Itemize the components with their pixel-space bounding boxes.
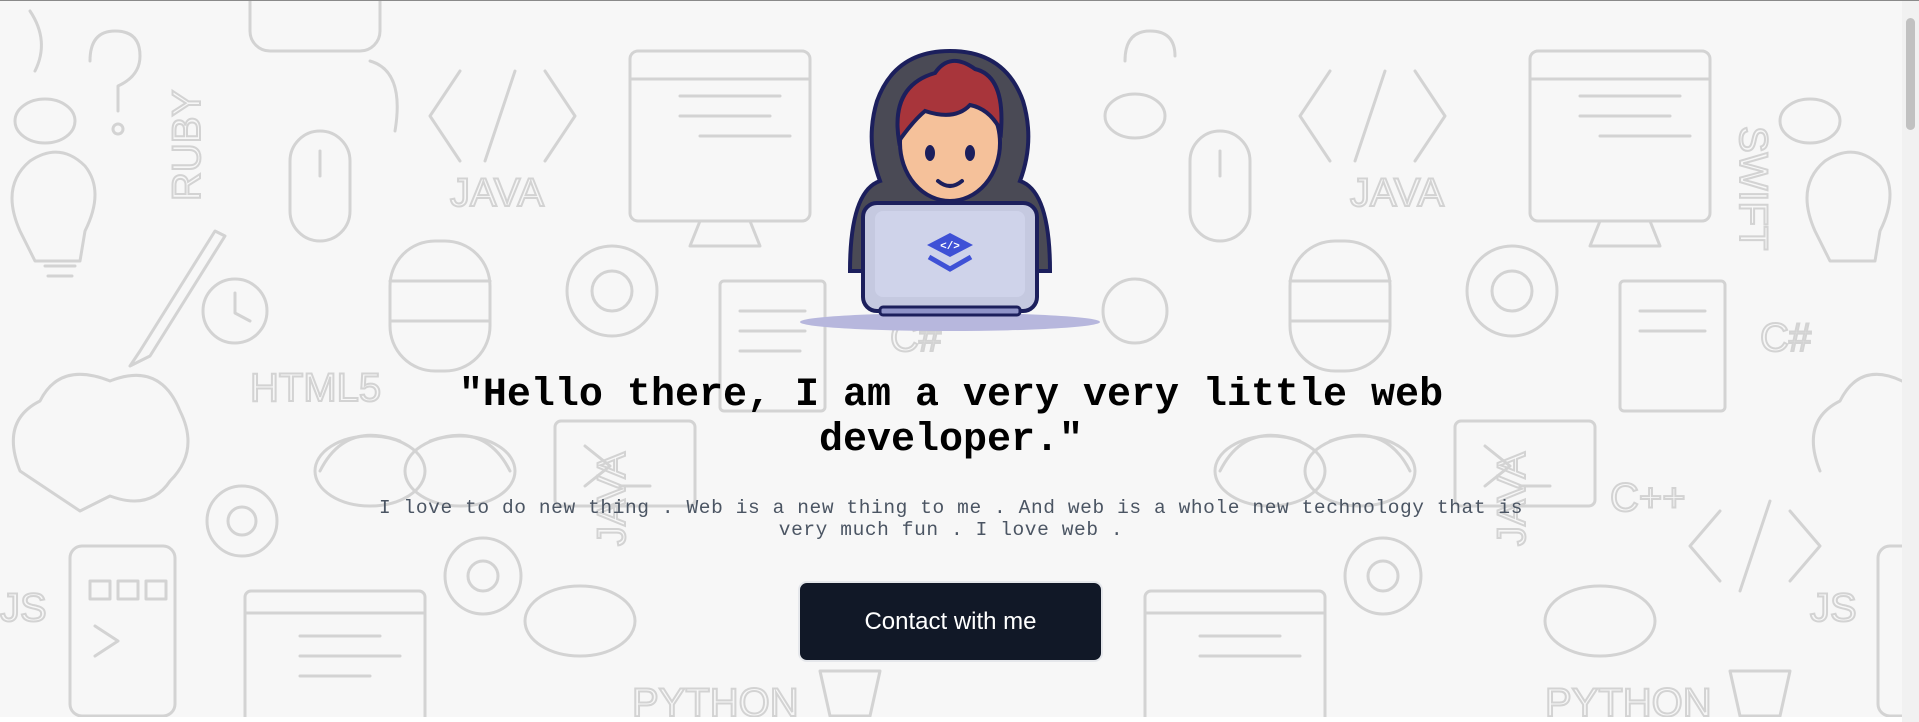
svg-text:PYTHON: PYTHON bbox=[1545, 681, 1712, 717]
hero-headline: "Hello there, I am a very very little we… bbox=[458, 373, 1444, 463]
svg-text:JAVA: JAVA bbox=[1350, 171, 1444, 215]
scrollbar-thumb[interactable] bbox=[1906, 18, 1915, 130]
hero-section: JAVA RUBY HTML5 JAVA PYTHON JS JAVA SWIF… bbox=[0, 1, 1902, 717]
code-icon: </> bbox=[940, 241, 960, 253]
svg-text:C#: C# bbox=[1760, 316, 1812, 360]
svg-text:RUBY: RUBY bbox=[165, 90, 209, 201]
hero-description: I love to do new thing . Web is a new th… bbox=[378, 497, 1524, 541]
svg-text:JS: JS bbox=[1810, 586, 1857, 630]
developer-illustration: </> bbox=[800, 48, 1100, 331]
svg-text:JS: JS bbox=[0, 586, 47, 630]
svg-text:HTML5: HTML5 bbox=[250, 366, 381, 410]
svg-text:C++: C++ bbox=[1610, 476, 1686, 520]
svg-text:PYTHON: PYTHON bbox=[632, 681, 799, 717]
svg-text:SWIFT: SWIFT bbox=[1731, 126, 1775, 250]
contact-button[interactable]: Contact with me bbox=[798, 581, 1103, 662]
svg-text:JAVA: JAVA bbox=[450, 171, 544, 215]
